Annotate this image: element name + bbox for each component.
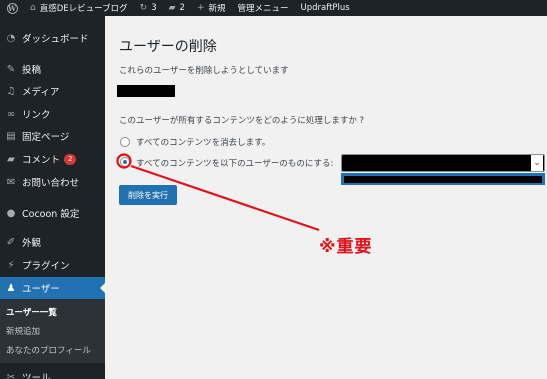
comment-bubble-icon: ▰ — [168, 3, 176, 13]
media-icon: ♫ — [6, 85, 16, 97]
delete-content-radio[interactable] — [120, 137, 130, 147]
cocoon-icon: ● — [6, 207, 16, 219]
menu-label: リンク — [22, 110, 51, 121]
site-name: 直感DEレビューブログ — [39, 4, 128, 14]
updates-link[interactable]: ↻ 3 — [134, 0, 163, 16]
new-label: 新規 — [208, 4, 226, 14]
page-icon: ▤ — [6, 130, 16, 142]
menu-plugins[interactable]: ⚡ プラグイン — [0, 254, 105, 276]
plugin-icon: ⚡ — [7, 259, 15, 271]
menu-posts[interactable]: ✎ 投稿 — [0, 58, 105, 80]
menu-label: お問い合わせ — [22, 178, 80, 189]
menu-cocoon[interactable]: ● Cocoon 設定 — [0, 202, 105, 224]
menu-label: ダッシュボード — [22, 34, 89, 45]
chevron-down-icon: ⌄ — [531, 155, 543, 171]
intro-text: これらのユーザーを削除しようとしています — [119, 66, 289, 76]
home-icon: ⌂ — [30, 3, 36, 13]
submenu-all-users[interactable]: ユーザー一覧 — [6, 306, 57, 318]
menu-label: 投稿 — [22, 65, 42, 76]
tools-icon: ✂ — [6, 371, 16, 379]
redacted-user-name — [117, 85, 175, 97]
admin-sidebar: ◔ ダッシュボード ✎ 投稿 ♫ メディア ∞ リンク ▤ 固定ページ ▰ コメ… — [0, 16, 105, 379]
updraftplus-link[interactable]: UpdraftPlus — [295, 0, 356, 16]
mail-icon: ✉ — [6, 176, 16, 188]
confirm-deletion-button[interactable]: 削除を実行 — [119, 185, 177, 205]
updates-icon: ↻ — [139, 3, 148, 13]
attribute-content-radio[interactable] — [120, 157, 130, 167]
menu-label: プラグイン — [22, 261, 70, 272]
site-name-link[interactable]: ⌂ 直感DEレビューブログ — [24, 0, 134, 16]
menu-label: ツール — [22, 373, 51, 379]
wordpress-logo-icon[interactable]: W — [0, 0, 24, 16]
delete-content-label[interactable]: すべてのコンテンツを消去します。 — [136, 136, 270, 148]
admin-bar: W ⌂ 直感DEレビューブログ ↻ 3 ▰ 2 + 新規 管理メニュー Updr… — [0, 0, 547, 16]
comments-badge: 2 — [64, 153, 77, 165]
main-content: ユーザーの削除 これらのユーザーを削除しようとしています このユーザーが所有する… — [105, 16, 547, 379]
menu-tools[interactable]: ✂ ツール — [0, 366, 105, 379]
admin-menu-label: 管理メニュー — [237, 4, 289, 14]
menu-links[interactable]: ∞ リンク — [0, 103, 105, 125]
plus-icon: + — [196, 3, 205, 13]
menu-label: ユーザー — [22, 284, 60, 295]
menu-pages[interactable]: ▤ 固定ページ — [0, 125, 105, 147]
brush-icon: ✐ — [6, 236, 16, 248]
menu-label: コメント — [22, 155, 61, 166]
menu-media[interactable]: ♫ メディア — [0, 80, 105, 102]
comments-count: 2 — [179, 3, 185, 13]
submenu-profile[interactable]: あなたのプロフィール — [6, 344, 91, 356]
link-icon: ∞ — [6, 108, 16, 120]
submenu-add-new[interactable]: 新規追加 — [6, 325, 40, 337]
user-icon: ♟ — [6, 282, 16, 294]
menu-comments[interactable]: ▰ コメント 2 — [0, 148, 105, 170]
admin-menu-link[interactable]: 管理メニュー — [232, 0, 295, 16]
menu-users[interactable]: ♟ ユーザー — [0, 277, 105, 299]
content-question: このユーザーが所有するコンテンツをどのように処理しますか ? — [119, 116, 365, 126]
menu-appearance[interactable]: ✐ 外観 — [0, 231, 105, 253]
menu-contact[interactable]: ✉ お問い合わせ — [0, 171, 105, 193]
important-annotation: ※重要 — [319, 237, 373, 257]
page-title: ユーザーの削除 — [119, 39, 217, 55]
comments-link[interactable]: ▰ 2 — [163, 0, 191, 16]
pin-icon: ✎ — [6, 63, 16, 75]
menu-dashboard[interactable]: ◔ ダッシュボード — [0, 27, 105, 49]
menu-label: 外観 — [22, 238, 42, 249]
updraftplus-label: UpdraftPlus — [300, 3, 350, 13]
redacted-user-option — [344, 176, 542, 183]
menu-label: メディア — [22, 87, 60, 98]
menu-label: Cocoon 設定 — [22, 209, 80, 220]
dashboard-icon: ◔ — [6, 32, 16, 44]
users-submenu: ユーザー一覧 新規追加 あなたのプロフィール — [0, 299, 105, 363]
menu-label: 固定ページ — [22, 132, 70, 143]
attribute-user-dropdown-option[interactable] — [341, 173, 545, 185]
updates-count: 3 — [151, 3, 157, 13]
attribute-content-label[interactable]: すべてのコンテンツを以下のユーザーのものにする: — [136, 157, 333, 169]
attribute-user-select[interactable]: ⌄ — [341, 154, 545, 172]
new-content-link[interactable]: + 新規 — [191, 0, 232, 16]
comment-icon: ▰ — [7, 153, 15, 165]
